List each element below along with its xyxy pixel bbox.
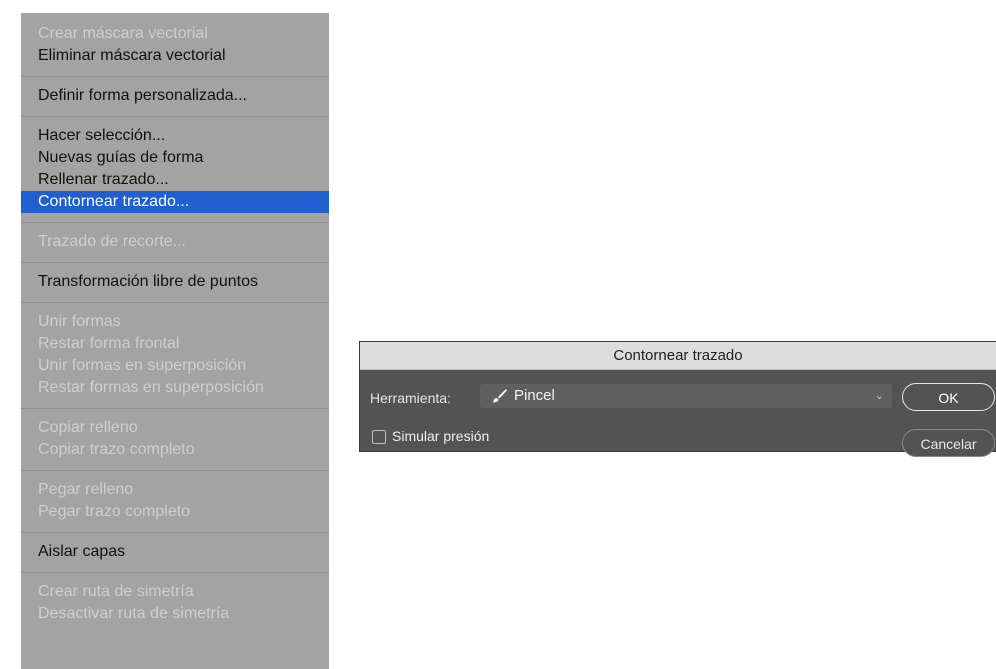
menu-separator: [21, 116, 329, 117]
tool-select[interactable]: Pincel ⌄: [480, 384, 892, 408]
menu-item: Crear ruta de simetría: [38, 583, 194, 600]
menu-separator: [21, 262, 329, 263]
menu-item[interactable]: Hacer selección...: [21, 125, 329, 147]
menu-item: Trazado de recorte...: [38, 233, 186, 250]
menu-item: Unir formas: [38, 313, 121, 330]
simulate-pressure-label[interactable]: Simular presión: [392, 428, 489, 444]
menu-separator: [21, 572, 329, 573]
stroke-path-dialog: Contornear trazado Herramienta: Pincel ⌄…: [359, 341, 996, 457]
tool-value: Pincel: [514, 387, 555, 404]
menu-item: Pegar relleno: [38, 481, 134, 498]
menu-item[interactable]: Definir forma personalizada...: [21, 85, 329, 107]
menu-separator: [21, 76, 329, 77]
context-menu: Crear máscara vectorial Eliminar máscara …: [21, 13, 329, 669]
menu-separator: [21, 222, 329, 223]
tool-label: Herramienta:: [370, 390, 451, 406]
simulate-pressure-checkbox[interactable]: [372, 430, 386, 444]
menu-item: Pegar trazo completo: [38, 503, 191, 520]
cancel-button[interactable]: Cancelar: [902, 429, 995, 457]
menu-item: Copiar relleno: [38, 419, 138, 436]
chevron-down-icon: ⌄: [874, 390, 884, 402]
brush-icon: [493, 389, 507, 403]
menu-item[interactable]: Aislar capas: [21, 541, 329, 563]
menu-separator: [21, 532, 329, 533]
menu-item[interactable]: Contornear trazado...: [21, 191, 329, 213]
menu-item[interactable]: Rellenar trazado...: [21, 169, 329, 191]
menu-separator: [21, 470, 329, 471]
menu-item: Desactivar ruta de simetría: [38, 605, 230, 622]
menu-item: Restar forma frontal: [38, 335, 180, 352]
ok-button[interactable]: OK: [902, 383, 995, 411]
menu-item[interactable]: Transformación libre de puntos: [21, 271, 329, 293]
menu-separator: [21, 408, 329, 409]
menu-item[interactable]: Nuevas guías de forma: [21, 147, 329, 169]
menu-item[interactable]: Eliminar máscara vectorial: [21, 45, 329, 67]
menu-item: Unir formas en superposición: [38, 357, 247, 374]
menu-item: Copiar trazo completo: [38, 441, 195, 458]
menu-item: Restar formas en superposición: [38, 379, 264, 396]
menu-item: Crear máscara vectorial: [38, 25, 208, 42]
menu-separator: [21, 302, 329, 303]
dialog-title: Contornear trazado: [360, 342, 996, 370]
